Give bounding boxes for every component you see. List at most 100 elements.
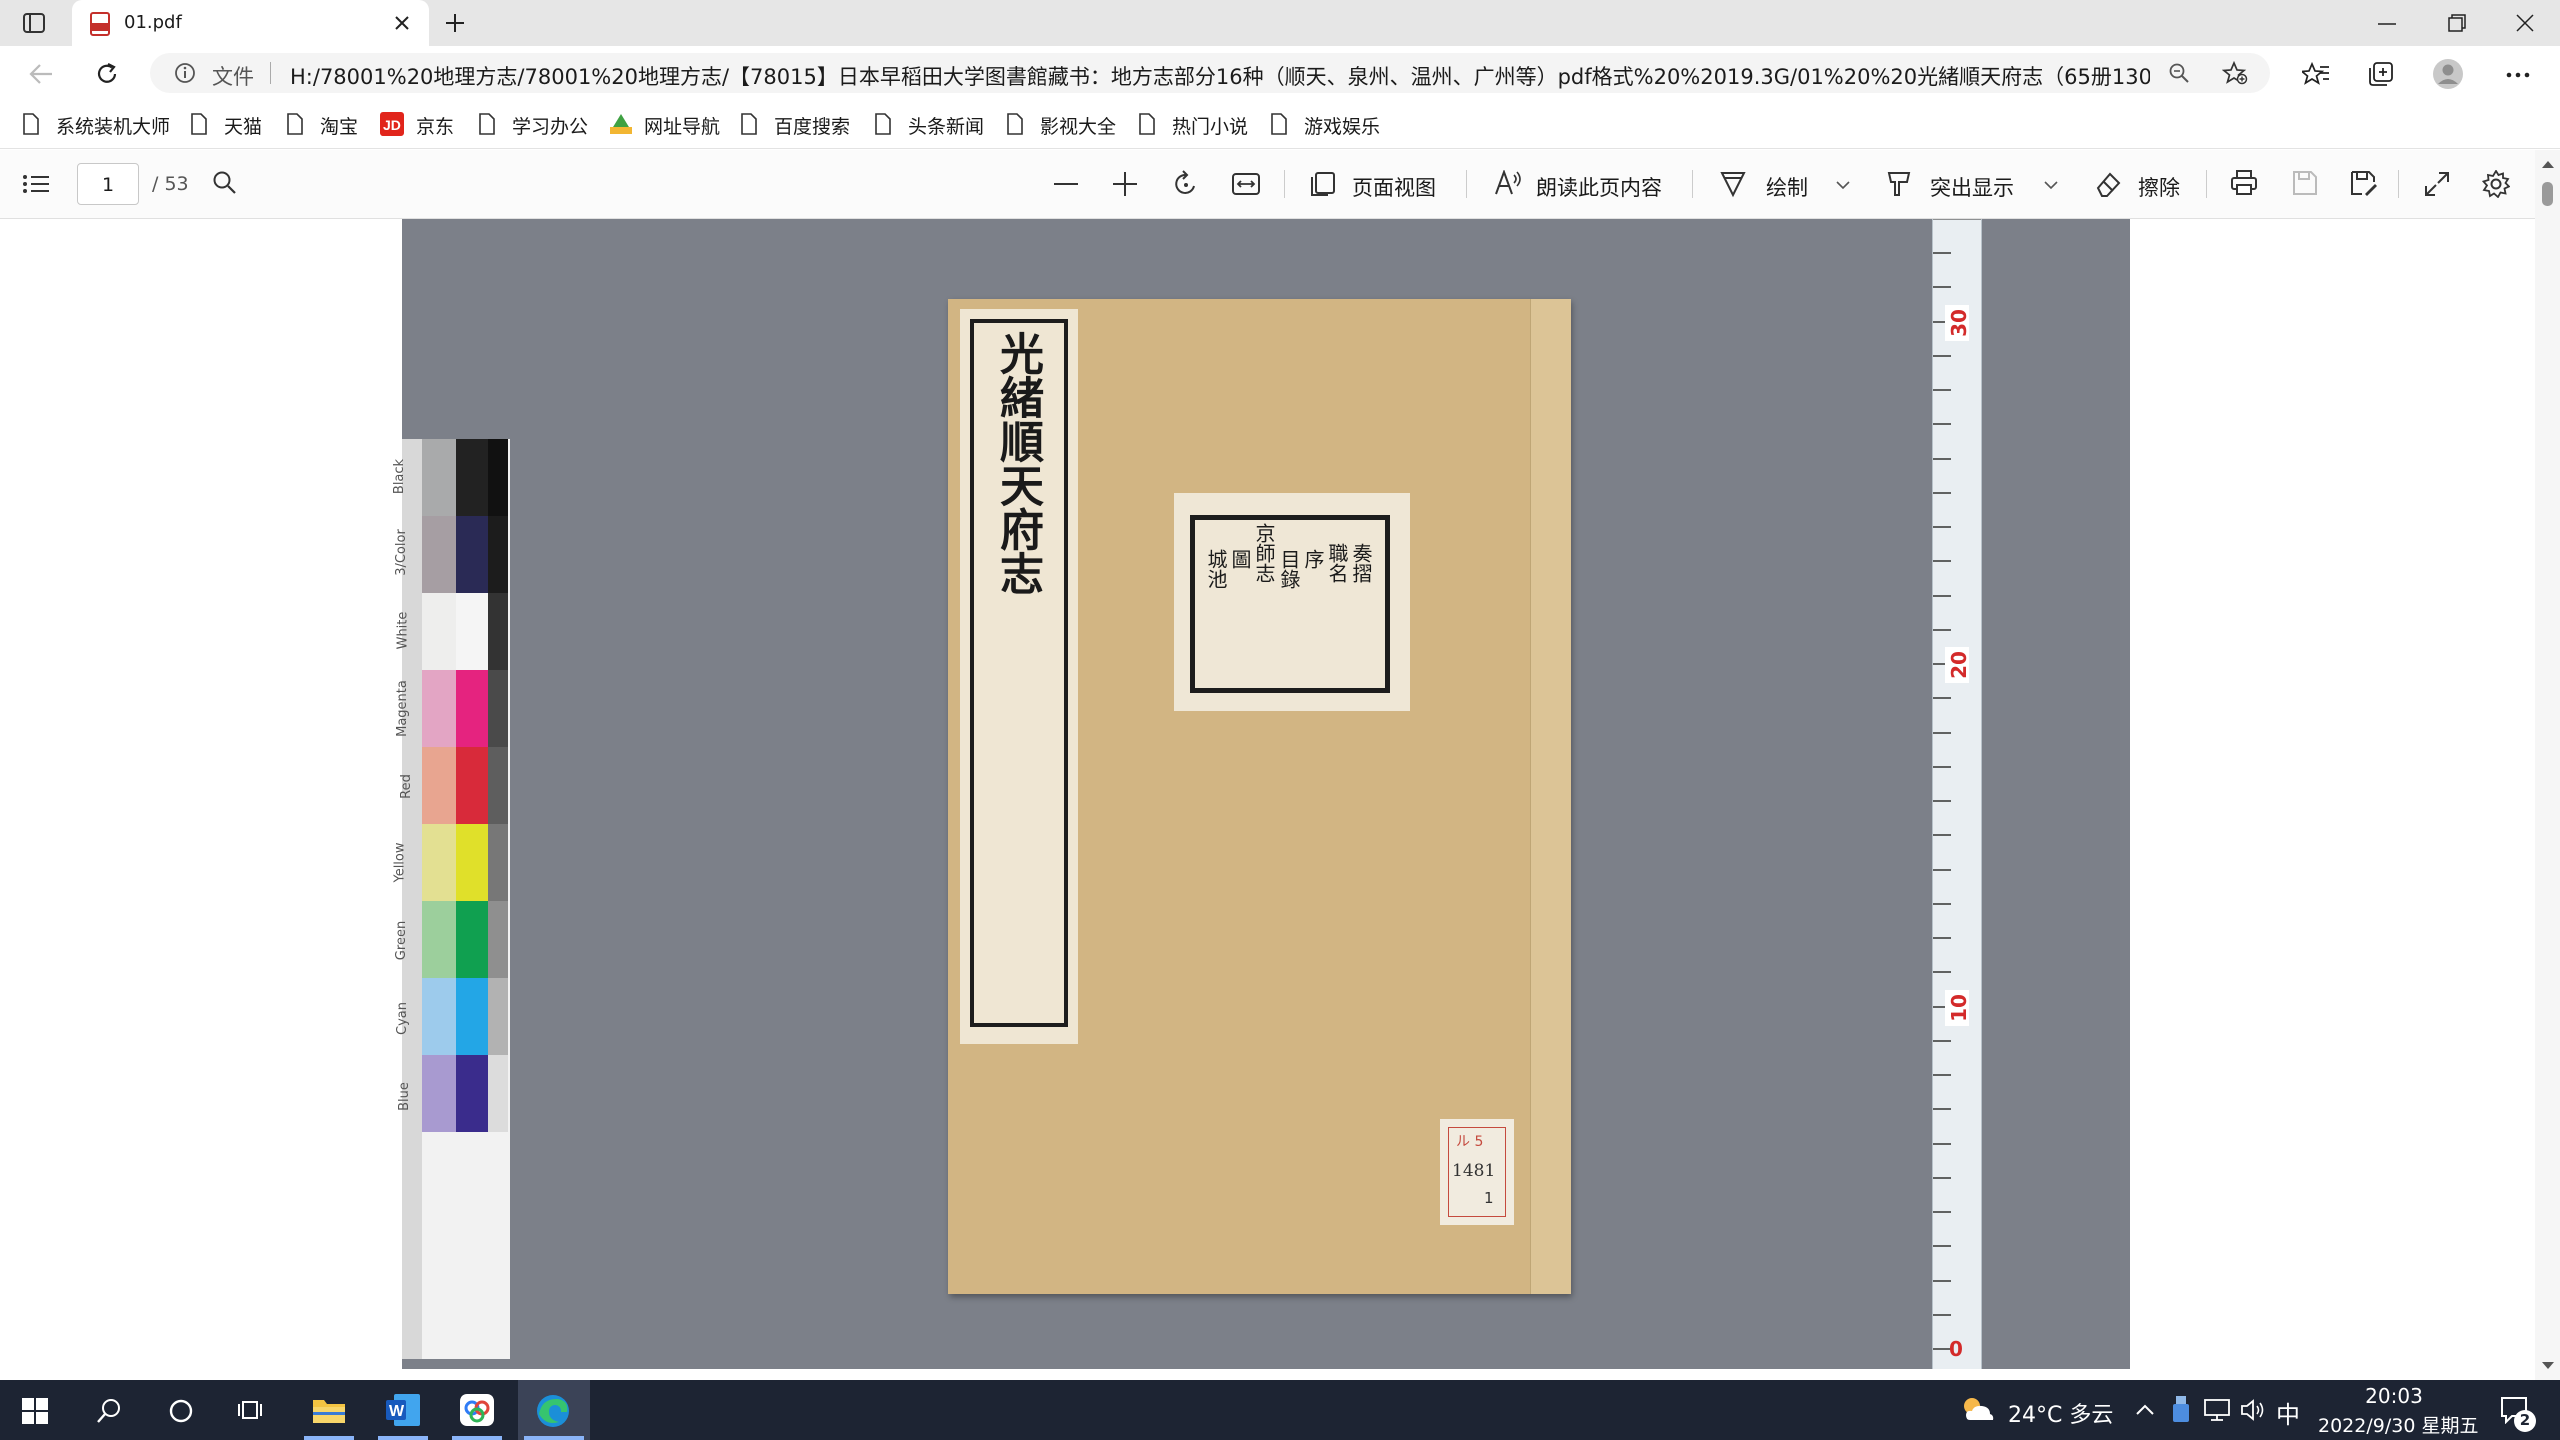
highlight-label: 突出显示	[1930, 176, 2014, 200]
color-chart-label: Cyan	[394, 1002, 410, 1035]
collections-icon[interactable]	[2368, 61, 2394, 87]
bookmark-label: 京东	[416, 116, 455, 138]
contents-col: 奏摺	[1349, 543, 1373, 583]
erase-button[interactable]: 擦除	[2094, 164, 2190, 204]
bookmark-label: 游戏娱乐	[1304, 116, 1381, 138]
favorites-icon[interactable]	[2302, 61, 2330, 87]
bookmark-label: 天猫	[224, 116, 263, 138]
weather-text[interactable]: 24°C 多云	[2008, 1397, 2113, 1429]
vertical-scrollbar[interactable]	[2535, 150, 2560, 1380]
read-aloud-button[interactable]: 朗读此页内容	[1492, 164, 1672, 204]
bookmark-label: 系统装机大师	[56, 116, 171, 138]
scroll-thumb[interactable]	[2542, 182, 2553, 206]
highlight-button[interactable]: 突出显示	[1884, 164, 2062, 204]
page-view-button[interactable]: 页面视图	[1308, 164, 1444, 204]
search-icon[interactable]	[96, 1398, 122, 1424]
bookmarks-bar: 系统装机大师 天猫 淘宝 JD 京东 学习办公 网址导航 百度搜索 头条新闻 影…	[0, 102, 2560, 149]
folder-icon	[312, 1396, 346, 1424]
maximize-icon[interactable]	[2448, 14, 2466, 32]
svg-text:JD: JD	[383, 117, 401, 133]
contents-col: 京師志	[1252, 523, 1276, 583]
weather-partly-cloudy-icon[interactable]	[1960, 1394, 1996, 1424]
tab-actions-icon[interactable]	[22, 12, 46, 34]
pdf-toolbar: 1 / 53 页面视图 朗读此页内容 绘制 突出显示 擦除	[0, 150, 2560, 219]
running-indicator	[524, 1436, 584, 1440]
close-window-icon[interactable]	[2516, 14, 2534, 32]
contents-col: 序	[1301, 549, 1325, 569]
bookmark-label: 头条新闻	[908, 116, 985, 138]
taskbar-app-word[interactable]: W	[370, 1380, 436, 1440]
toolbar-divider	[2398, 170, 2399, 198]
color-calibration-chart: Black 3/Color White Magenta Red Yellow G…	[392, 439, 510, 1359]
contents-label: 奏摺 職名 序 目錄 京師志 圖 城池	[1174, 493, 1410, 711]
address-bar: 文件 H:/78001%20地理方志/78001%20地理方志/【78015】日…	[0, 46, 2560, 102]
fit-width-icon[interactable]	[1232, 172, 1260, 196]
draw-button[interactable]: 绘制	[1718, 164, 1858, 204]
stamp-line: 1	[1484, 1189, 1494, 1207]
scroll-down-icon[interactable]	[2542, 1362, 2554, 1370]
tab-pdf[interactable]: 01.pdf	[72, 0, 429, 46]
taskbar-app-edge[interactable]	[518, 1380, 590, 1440]
clock-date[interactable]: 2022/9/30 星期五	[2318, 1411, 2478, 1438]
url-text: H:/78001%20地理方志/78001%20地理方志/【78015】日本早稻…	[290, 65, 2150, 89]
book-title: 光緒順天府志	[992, 331, 1043, 595]
measuring-ruler: 30 20 10 0	[1932, 219, 1982, 1369]
library-call-number-stamp: ル 5 1481 1	[1440, 1119, 1514, 1225]
info-icon[interactable]	[174, 62, 196, 84]
fullscreen-icon[interactable]	[2424, 171, 2450, 197]
jd-logo-icon: JD	[380, 112, 404, 136]
bookmark-label: 影视大全	[1040, 116, 1117, 138]
erase-label: 擦除	[2138, 176, 2180, 200]
page-icon	[874, 113, 892, 135]
back-icon[interactable]	[28, 62, 54, 86]
chevron-up-icon[interactable]	[2136, 1404, 2154, 1416]
new-tab-icon[interactable]	[444, 12, 466, 34]
zoom-icon[interactable]	[2168, 62, 2190, 84]
color-chart-label: 3/Color	[393, 529, 409, 576]
refresh-icon[interactable]	[94, 61, 120, 87]
chevron-down-icon[interactable]	[2044, 180, 2058, 190]
usb-device-icon[interactable]	[2172, 1396, 2190, 1424]
address-prefix: 文件	[212, 65, 254, 89]
table-of-contents-icon[interactable]	[22, 174, 50, 194]
page-view-icon	[1310, 172, 1336, 196]
profile-avatar-icon[interactable]	[2432, 58, 2464, 90]
zoom-out-icon[interactable]	[1054, 182, 1078, 186]
color-chart-graphic	[402, 439, 510, 1359]
volume-icon[interactable]	[2240, 1398, 2266, 1422]
edge-browser-icon	[536, 1394, 570, 1428]
page-number-input[interactable]: 1	[77, 163, 139, 205]
color-chart-label: Blue	[396, 1082, 412, 1111]
search-icon[interactable]	[212, 170, 238, 196]
scroll-up-icon[interactable]	[2542, 160, 2554, 168]
print-icon[interactable]	[2230, 170, 2258, 196]
running-indicator	[452, 1436, 502, 1440]
zoom-in-icon[interactable]	[1113, 172, 1137, 196]
notification-count: 2	[2519, 1411, 2531, 1429]
minimize-icon[interactable]	[2378, 22, 2396, 26]
task-view-icon[interactable]	[238, 1398, 266, 1424]
clock-time[interactable]: 20:03	[2318, 1384, 2470, 1408]
rotate-icon[interactable]	[1172, 170, 1200, 198]
settings-gear-icon[interactable]	[2482, 170, 2510, 198]
url-field[interactable]: 文件 H:/78001%20地理方志/78001%20地理方志/【78015】日…	[150, 53, 2270, 93]
save-as-icon[interactable]	[2350, 170, 2378, 196]
taskbar-app-file-explorer[interactable]	[296, 1380, 362, 1440]
taskbar-app-cloud-drive[interactable]	[444, 1380, 510, 1440]
toolbar-divider	[1692, 170, 1693, 198]
network-icon[interactable]	[2204, 1398, 2230, 1422]
windows-start-icon[interactable]	[22, 1398, 48, 1424]
add-favorite-icon[interactable]	[2222, 61, 2248, 85]
page-total: / 53	[152, 173, 189, 195]
bookmark-label: 百度搜索	[774, 116, 851, 138]
cortana-icon[interactable]	[168, 1398, 194, 1424]
bookmark-label: 热门小说	[1172, 116, 1249, 138]
cloud-drive-icon	[460, 1394, 494, 1426]
chevron-down-icon[interactable]	[1836, 180, 1850, 190]
color-chart-label: Black	[392, 458, 408, 495]
save-icon[interactable]	[2292, 170, 2318, 196]
bookmark-label: 淘宝	[320, 116, 359, 138]
close-tab-icon[interactable]	[394, 15, 410, 31]
more-menu-icon[interactable]	[2506, 72, 2530, 78]
input-method-indicator[interactable]: 中	[2276, 1395, 2300, 1430]
